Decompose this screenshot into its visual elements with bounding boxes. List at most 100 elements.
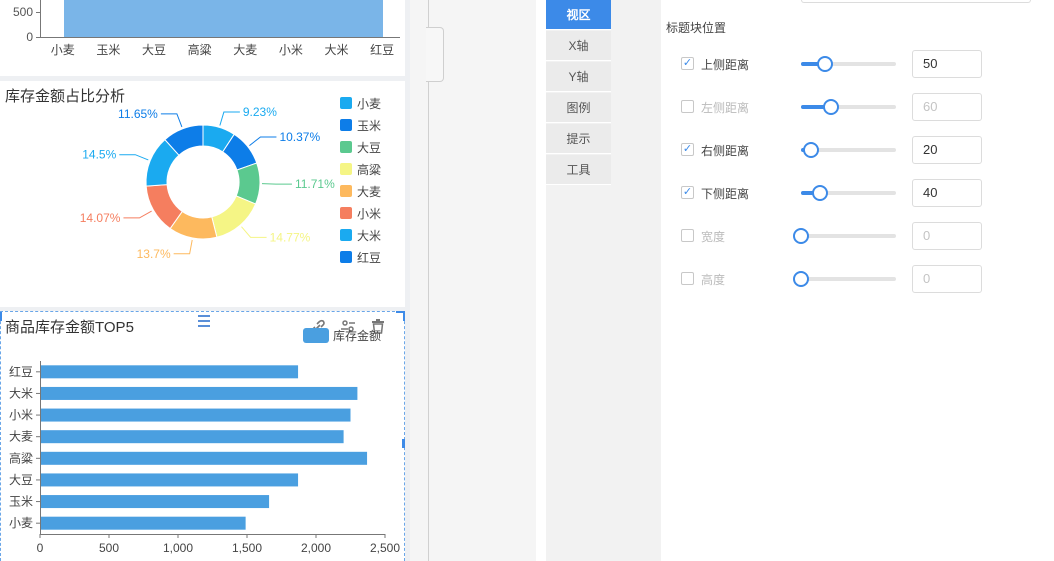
- tab-2[interactable]: Y轴: [546, 62, 611, 92]
- pie-label-line: [119, 154, 149, 161]
- hbar-ytick-label: 小麦: [9, 516, 33, 530]
- row-value-input[interactable]: 20: [912, 136, 982, 164]
- panel-divider: [611, 0, 661, 561]
- row-label: 宽度: [701, 230, 726, 244]
- row-label: 下侧距离: [701, 187, 750, 201]
- pie-legend-swatch: [340, 141, 352, 153]
- pie-label-line: [173, 239, 193, 255]
- top-chart-xtick-label: 大麦: [233, 43, 257, 57]
- row-slider[interactable]: [801, 185, 896, 201]
- pie-label-line: [219, 111, 240, 126]
- pie-legend-label: 小米: [357, 207, 381, 221]
- hbar-xtick-label: 500: [99, 541, 119, 555]
- top-input-edge[interactable]: [801, 0, 1031, 3]
- top-chart-xtick-label: 玉米: [96, 43, 120, 57]
- row-value-input[interactable]: 60: [912, 93, 982, 121]
- hbar-bar: [41, 408, 351, 422]
- row-value-input[interactable]: 50: [912, 50, 982, 78]
- slider-knob[interactable]: [793, 271, 809, 287]
- pie-label-line: [123, 210, 152, 219]
- slider-knob[interactable]: [793, 228, 809, 244]
- row-slider[interactable]: [801, 99, 896, 115]
- tab-3[interactable]: 图例: [546, 93, 611, 123]
- row-checkbox[interactable]: ✓: [681, 143, 694, 156]
- position-row: ✓ 下侧距离 40: [681, 179, 982, 207]
- slider-knob[interactable]: [812, 185, 828, 201]
- pie-legend-label: 大米: [357, 229, 381, 243]
- position-row: 高度 0: [681, 265, 982, 293]
- slider-knob[interactable]: [823, 99, 840, 115]
- hbar-xtick-label: 1,500: [232, 541, 262, 555]
- pie-value-label: 9.23%: [243, 105, 277, 119]
- hbar-xtick-label: 2,000: [301, 541, 331, 555]
- chart-dashboard: 500 0 小麦 玉米 大豆 高粱 大麦 小米 大米 红豆 库存金额占比分析 9.23% 10.37…: [0, 0, 410, 561]
- pie-legend-swatch: [340, 229, 352, 241]
- tab-0[interactable]: 视区: [546, 0, 611, 30]
- row-label: 左侧距离: [701, 101, 750, 115]
- pie-label-line: [249, 136, 277, 146]
- pie-label-line: [160, 113, 183, 128]
- hbar-bar: [41, 451, 368, 465]
- top5-chart-card[interactable]: 商品库存金额TOP5 库存金额 0 500 1,000 1,500 2,000 2,500 小…: [0, 311, 405, 561]
- row-checkbox[interactable]: [681, 272, 694, 285]
- pie-legend-swatch: [340, 163, 352, 175]
- hbar-ytick-label: 红豆: [9, 364, 33, 379]
- slider-knob[interactable]: [816, 56, 833, 72]
- hbar-ytick-label: 大豆: [9, 473, 33, 487]
- pie-legend-label: 玉米: [357, 119, 381, 133]
- row-checkbox[interactable]: ✓: [681, 186, 694, 199]
- top-chart-ytick-label: 500: [13, 5, 33, 19]
- hbar-bar: [41, 386, 358, 400]
- row-slider[interactable]: [793, 228, 896, 244]
- tab-5[interactable]: 工具: [546, 155, 611, 185]
- hbar-xtick-label: 1,000: [163, 541, 193, 555]
- splitter[interactable]: [410, 0, 536, 561]
- settings-tabs: 视区 X轴 Y轴 图例 提示 工具: [546, 0, 611, 561]
- hbar-ytick-label: 大麦: [9, 430, 33, 444]
- position-row: ✓ 右侧距离 20: [681, 136, 982, 164]
- row-label: 上侧距离: [701, 58, 750, 72]
- hbar-legend-label: 库存金额: [333, 328, 381, 343]
- hbar-xtick-label: 0: [37, 541, 44, 555]
- pie-chart: 9.23%10.37% 11.71% 14.77% 13.7% 14.07% 14.5% 1…: [80, 97, 381, 265]
- tab-1[interactable]: X轴: [546, 31, 611, 61]
- hbar-bar: [41, 365, 299, 379]
- hbar-bar: [41, 516, 246, 530]
- settings-panel: 视区 X轴 Y轴 图例 提示 工具 标题块位置 ✓ 上侧距离 50 左侧距离 60 ✓ 右侧距离 20 ✓…: [536, 0, 1054, 561]
- pie-legend-swatch: [340, 185, 352, 197]
- pie-value-label: 13.7%: [137, 247, 171, 261]
- position-row: 宽度 0: [681, 222, 982, 250]
- slider-knob[interactable]: [802, 142, 819, 158]
- hbar-bar: [41, 473, 299, 487]
- row-checkbox[interactable]: [681, 100, 694, 113]
- top-chart-xtick-label: 大豆: [142, 43, 166, 57]
- top-bar-chart-card[interactable]: 500 0 小麦 玉米 大豆 高粱 大麦 小米 大米 红豆: [0, 0, 405, 76]
- position-row: ✓ 上侧距离 50: [681, 50, 982, 78]
- row-value-input[interactable]: 0: [912, 265, 982, 293]
- splitter-line: [428, 0, 429, 561]
- row-checkbox[interactable]: ✓: [681, 57, 694, 70]
- top-chart-ytick-label: 0: [26, 30, 33, 44]
- pie-legend-swatch: [340, 119, 352, 131]
- hbar-ytick-label: 大米: [9, 386, 33, 400]
- top-chart-xtick-label: 高粱: [188, 42, 212, 57]
- row-value-input[interactable]: 0: [912, 222, 982, 250]
- collapse-handle[interactable]: [426, 27, 444, 82]
- row-slider[interactable]: [801, 142, 896, 158]
- tab-4[interactable]: 提示: [546, 124, 611, 154]
- pie-legend-label: 小麦: [357, 97, 381, 111]
- top-chart-xtick-label: 大米: [325, 43, 349, 57]
- row-slider[interactable]: [801, 56, 896, 72]
- position-row: 左侧距离 60: [681, 93, 982, 121]
- pie-slice: [211, 195, 257, 238]
- pie-value-label: 14.5%: [82, 148, 116, 162]
- pie-chart-card[interactable]: 库存金额占比分析 9.23% 10.37% 11.71% 14.77% 13.7% 14.…: [0, 81, 405, 307]
- top-chart-xtick-label: 小米: [279, 43, 303, 57]
- row-value-input[interactable]: 40: [912, 179, 982, 207]
- row-slider[interactable]: [793, 271, 896, 287]
- selection-handle: [402, 439, 405, 448]
- pie-value-label: 11.71%: [295, 177, 335, 191]
- row-checkbox[interactable]: [681, 229, 694, 242]
- row-label: 高度: [701, 273, 726, 287]
- pie-legend-swatch: [340, 97, 352, 109]
